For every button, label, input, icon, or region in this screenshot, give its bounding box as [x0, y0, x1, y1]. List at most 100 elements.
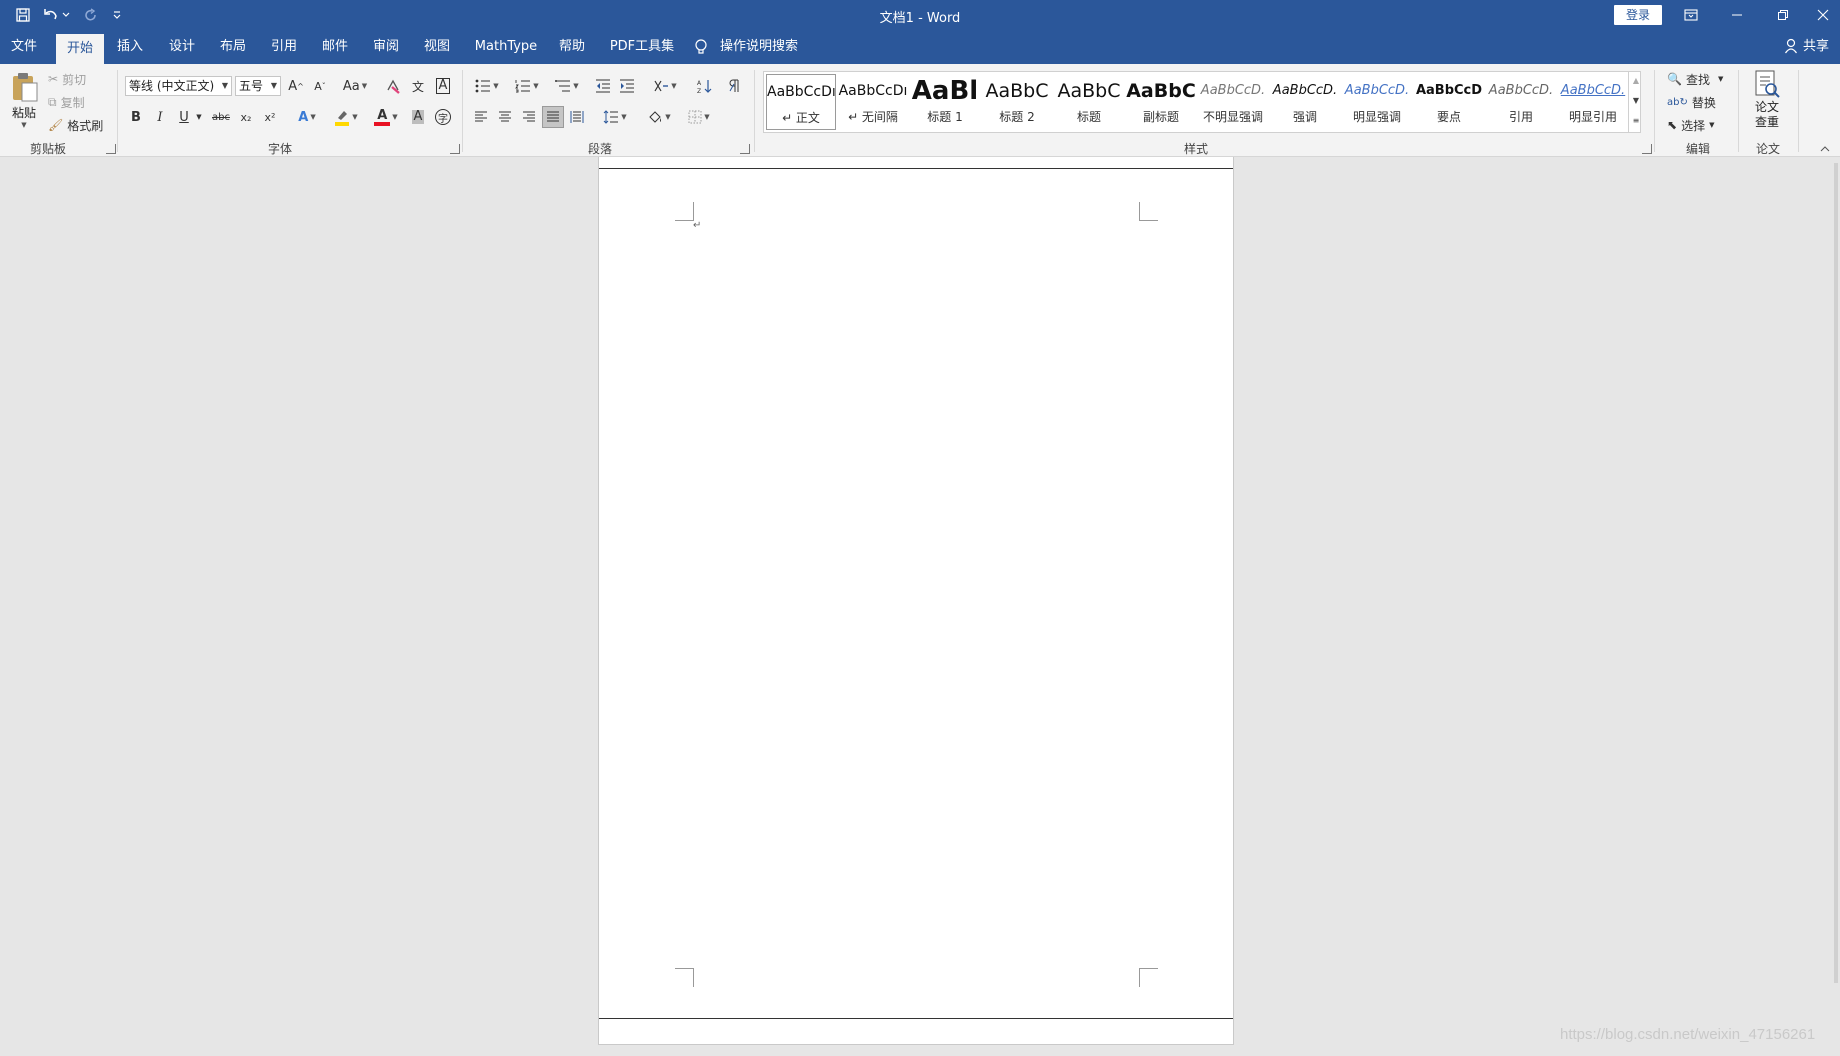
ribbon-tabs: 文件 开始 插入 设计 布局 引用 邮件 审阅 视图 MathType 帮助 P… — [0, 30, 1840, 64]
paragraph-launcher-icon[interactable] — [740, 144, 750, 154]
style-heading-1[interactable]: AaBl 标题 1 — [910, 74, 980, 130]
justify-icon[interactable] — [542, 106, 564, 128]
multilevel-list-button[interactable]: ▼ — [550, 75, 584, 97]
show-formatting-marks-icon[interactable] — [724, 75, 746, 97]
distributed-align-icon[interactable] — [566, 106, 588, 128]
share-person-icon[interactable] — [1784, 30, 1800, 64]
login-button[interactable]: 登录 — [1614, 5, 1662, 25]
paragraph-mark[interactable]: ↵ — [693, 220, 701, 231]
tab-design[interactable]: 设计 — [164, 30, 200, 64]
document-page[interactable]: ↵ — [598, 157, 1234, 1045]
minimize-icon[interactable] — [1714, 0, 1760, 30]
ribbon-display-options-icon[interactable] — [1668, 0, 1714, 30]
collapse-ribbon-icon[interactable] — [1820, 146, 1830, 152]
tab-review[interactable]: 审阅 — [368, 30, 404, 64]
style-emphasis[interactable]: AaBbCcD. 强调 — [1270, 74, 1340, 130]
change-case-button[interactable]: Aa ▼ — [338, 75, 372, 97]
tab-help[interactable]: 帮助 — [554, 30, 590, 64]
select-button[interactable]: ⬉ 选择 ▼ — [1667, 115, 1714, 135]
cut-button[interactable]: ✂ 剪切 — [48, 69, 86, 89]
editing-group-label: 编辑 — [1685, 142, 1710, 156]
copy-button[interactable]: ⧉ 复制 — [48, 92, 85, 112]
tab-references[interactable]: 引用 — [266, 30, 302, 64]
font-size-combo[interactable]: 五号 ▼ — [235, 76, 281, 96]
underline-button[interactable]: U — [173, 106, 195, 128]
font-color-icon: A — [374, 108, 391, 126]
numbering-button[interactable]: ▼ — [510, 75, 544, 97]
tab-file[interactable]: 文件 — [6, 30, 42, 64]
separator — [1798, 70, 1799, 152]
align-right-icon[interactable] — [518, 106, 540, 128]
separator — [754, 70, 755, 152]
character-border-icon[interactable]: A — [432, 75, 454, 97]
clear-formatting-icon[interactable] — [382, 75, 404, 97]
style-subtle-emphasis[interactable]: AaBbCcD. 不明显强调 — [1198, 74, 1268, 130]
document-canvas[interactable]: ↵ — [0, 157, 1840, 1056]
replace-button[interactable]: ab↻ 替换 — [1667, 92, 1716, 112]
style-intense-quote[interactable]: AaBbCcD. 明显引用 — [1558, 74, 1628, 130]
style-title[interactable]: AaBbC 标题 — [1054, 74, 1124, 130]
tab-mailings[interactable]: 邮件 — [317, 30, 353, 64]
font-name-combo[interactable]: 等线 (中文正文) ▼ — [125, 76, 232, 96]
svg-text:Z: Z — [697, 88, 701, 94]
paintbrush-icon: 🖌 — [48, 118, 64, 132]
bold-button[interactable]: B — [125, 106, 147, 128]
style-no-spacing[interactable]: AaBbCcDı ↵ 无间隔 — [838, 74, 908, 130]
grow-font-button[interactable]: A ^ — [285, 75, 307, 97]
restore-icon[interactable] — [1760, 0, 1806, 30]
style-strong[interactable]: AaBbCcD 要点 — [1414, 74, 1484, 130]
subscript-button[interactable]: x₂ — [235, 106, 257, 128]
bullets-button[interactable]: ▼ — [470, 75, 504, 97]
decrease-indent-icon[interactable] — [592, 75, 614, 97]
tab-insert[interactable]: 插入 — [112, 30, 148, 64]
asian-layout-button[interactable]: ▼ — [648, 75, 682, 97]
tab-home[interactable]: 开始 — [56, 34, 104, 64]
font-color-button[interactable]: A ▼ — [368, 106, 404, 128]
tell-me-search[interactable]: 操作说明搜索 — [720, 30, 816, 64]
format-painter-button[interactable]: 🖌 格式刷 — [48, 115, 103, 135]
increase-indent-icon[interactable] — [616, 75, 638, 97]
shrink-font-button[interactable]: Aˇ — [309, 75, 331, 97]
highlight-button[interactable]: ▼ — [328, 106, 364, 128]
styles-launcher-icon[interactable] — [1642, 144, 1652, 154]
align-center-icon[interactable] — [494, 106, 516, 128]
tab-pdf-tools[interactable]: PDF工具集 — [606, 30, 678, 64]
borders-button[interactable]: ▼ — [682, 106, 716, 128]
tab-layout[interactable]: 布局 — [215, 30, 251, 64]
enclose-characters-icon[interactable]: 字 — [432, 106, 454, 128]
paper-check-button[interactable]: 论文 查重 — [1746, 70, 1788, 136]
share-button[interactable]: 共享 — [1800, 30, 1832, 64]
tab-view[interactable]: 视图 — [419, 30, 455, 64]
tab-mathtype[interactable]: MathType — [470, 30, 542, 64]
style-normal[interactable]: AaBbCcDı ↵ 正文 — [766, 74, 836, 130]
find-button[interactable]: 🔍 查找 ▼ — [1667, 69, 1723, 89]
strikethrough-button[interactable]: abc — [210, 106, 232, 128]
sort-icon[interactable]: AZ — [693, 75, 715, 97]
font-launcher-icon[interactable] — [450, 144, 460, 154]
more-styles-icon[interactable]: ≡ — [1629, 111, 1643, 131]
character-shading-icon[interactable]: A — [407, 106, 429, 128]
scroll-down-icon[interactable]: ▼ — [1629, 91, 1643, 111]
close-icon[interactable] — [1806, 0, 1840, 30]
watermark-text: https://blog.csdn.net/weixin_47156261 — [1560, 1026, 1816, 1043]
vertical-scrollbar[interactable] — [1834, 163, 1838, 983]
align-left-icon[interactable] — [470, 106, 492, 128]
line-spacing-button[interactable]: ▼ — [598, 106, 632, 128]
italic-button[interactable]: I — [149, 106, 171, 128]
paste-button[interactable]: 粘贴 ▼ — [6, 70, 42, 136]
style-heading-2[interactable]: AaBbC 标题 2 — [982, 74, 1052, 130]
style-intense-emphasis[interactable]: AaBbCcD. 明显强调 — [1342, 74, 1412, 130]
scroll-up-icon[interactable]: ▲ — [1629, 71, 1643, 91]
superscript-button[interactable]: x² — [259, 106, 281, 128]
chevron-down-icon: ▼ — [221, 81, 228, 90]
ribbon: 粘贴 ▼ ✂ 剪切 ⧉ 复制 🖌 格式刷 剪贴板 等线 (中文正文) ▼ 五号 ▼ A ^ … — [0, 64, 1840, 157]
style-subtitle[interactable]: AaBbC 副标题 — [1126, 74, 1196, 130]
margin-corner-bottom-left — [675, 968, 694, 987]
underline-dropdown-icon[interactable]: ▼ — [193, 106, 205, 128]
shading-button[interactable]: ▼ — [642, 106, 676, 128]
style-quote[interactable]: AaBbCcD. 引用 — [1486, 74, 1556, 130]
text-effects-button[interactable]: A ▼ — [290, 106, 324, 128]
clipboard-launcher-icon[interactable] — [106, 144, 116, 154]
phonetic-guide-icon[interactable]: 文 — [407, 75, 429, 97]
page-bottom-edge — [599, 1018, 1233, 1019]
